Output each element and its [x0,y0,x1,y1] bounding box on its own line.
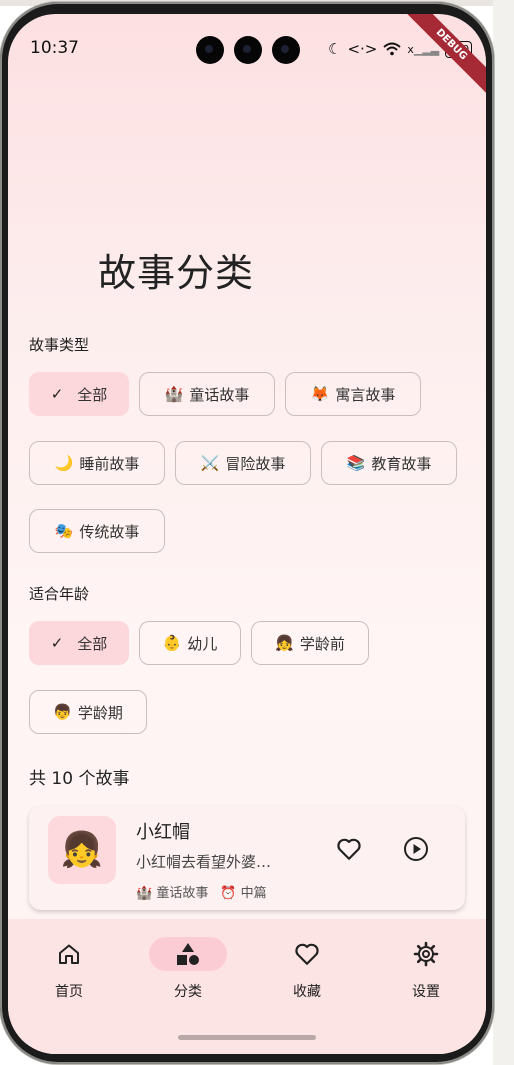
story-meta: 🏰 童话故事 ⏰ 中篇 [136,882,267,901]
type-chip-traditional[interactable]: 🎭 传统故事 [29,509,165,553]
data-transfer-icon: <·> [347,40,378,58]
nav-icon-wrap [376,937,476,971]
story-type-label: 故事类型 [29,336,90,354]
age-chip-preschool[interactable]: 👧 学龄前 [251,621,369,665]
chip-label: 幼儿 [187,634,218,653]
age-chip-school[interactable]: 👦 学龄期 [29,690,147,734]
story-thumbnail: 👧 [48,816,116,884]
background-desktop [493,0,514,1065]
chip-label: 睡前故事 [79,454,140,473]
swords-icon: ⚔️ [200,454,220,472]
theater-masks-icon: 🎭 [54,522,74,540]
story-card[interactable]: 👧 小红帽 小红帽去看望外婆… 🏰 童话故事 ⏰ 中篇 [29,806,465,910]
type-chip-education[interactable]: 📚 教育故事 [321,441,457,485]
chip-label: 全部 [77,634,108,653]
girl-icon: 👧 [275,634,294,652]
alarm-clock-icon: ⏰ [220,886,237,901]
home-icon [59,944,79,964]
check-icon: ✓ [50,634,64,652]
story-title: 小红帽 [136,822,190,843]
chip-label: 寓言故事 [335,385,396,404]
category-label: 童话故事 [156,886,209,901]
story-description: 小红帽去看望外婆… [136,853,272,871]
length-label: 中篇 [240,886,267,901]
chip-label: 教育故事 [371,454,432,473]
age-label: 适合年龄 [29,585,90,603]
category-icon [177,943,199,965]
no-signal-mark: x [407,42,414,56]
castle-icon: 🏰 [164,385,184,403]
chip-label: 冒险故事 [225,454,286,473]
nav-icon-wrap [19,937,119,971]
play-circle-icon [404,837,428,861]
moon-icon: ☾ [328,40,342,58]
play-button[interactable] [401,834,431,864]
no-signal-icon: x▁▂▃ [407,42,440,56]
nav-icon-wrap [149,937,227,971]
home-indicator[interactable] [178,1035,316,1040]
baby-icon: 👶 [162,634,182,652]
story-length: ⏰ 中篇 [220,882,266,901]
type-chip-all[interactable]: ✓ 全部 [29,372,129,416]
moon-icon: 🌙 [54,454,74,472]
heart-icon [337,838,361,860]
camera-icon [272,36,300,64]
check-icon: ✓ [50,385,64,403]
chip-label: 学龄期 [77,703,123,722]
wifi-icon [383,42,402,56]
nav-settings[interactable]: 设置 [376,937,476,1001]
page-title: 故事分类 [98,251,255,295]
story-category: 🏰 童话故事 [136,882,208,901]
favorite-button[interactable] [334,834,364,864]
camera-icon [196,36,224,64]
chip-label: 传统故事 [79,522,140,541]
nav-favorites[interactable]: 收藏 [257,937,357,1001]
nav-home[interactable]: 首页 [19,937,119,1001]
books-icon: 📚 [346,454,366,472]
boy-icon: 👦 [53,703,72,721]
type-chip-fable[interactable]: 🦊 寓言故事 [285,372,421,416]
app-screen: 10:37 ☾ <·> x▁▂▃ 100 DEBUG 故事分类 故事类型 ✓ [8,14,486,1054]
nav-category[interactable]: 分类 [138,937,238,1001]
bottom-navigation: 首页 分类 收藏 设置 [8,919,486,1054]
type-chip-fairy-tale[interactable]: 🏰 童话故事 [139,372,275,416]
nav-label: 分类 [174,984,202,1000]
age-chip-all[interactable]: ✓ 全部 [29,621,129,665]
type-chip-bedtime[interactable]: 🌙 睡前故事 [29,441,165,485]
heart-icon [295,943,319,965]
story-count: 共 10 个故事 [29,769,130,789]
type-chip-adventure[interactable]: ⚔️ 冒险故事 [175,441,311,485]
chip-label: 童话故事 [189,385,250,404]
fox-icon: 🦊 [310,385,330,403]
status-time: 10:37 [30,38,79,58]
nav-label: 设置 [412,984,440,1000]
phone-frame: 10:37 ☾ <·> x▁▂▃ 100 DEBUG 故事分类 故事类型 ✓ [0,2,494,1064]
nav-icon-wrap [257,937,357,971]
camera-icon [234,36,262,64]
age-chip-toddler[interactable]: 👶 幼儿 [139,621,241,665]
chip-label: 全部 [77,385,108,404]
nav-label: 收藏 [293,984,321,1000]
gear-icon [413,941,439,967]
nav-label: 首页 [55,984,83,1000]
castle-icon: 🏰 [136,886,153,901]
chip-label: 学龄前 [299,634,345,653]
